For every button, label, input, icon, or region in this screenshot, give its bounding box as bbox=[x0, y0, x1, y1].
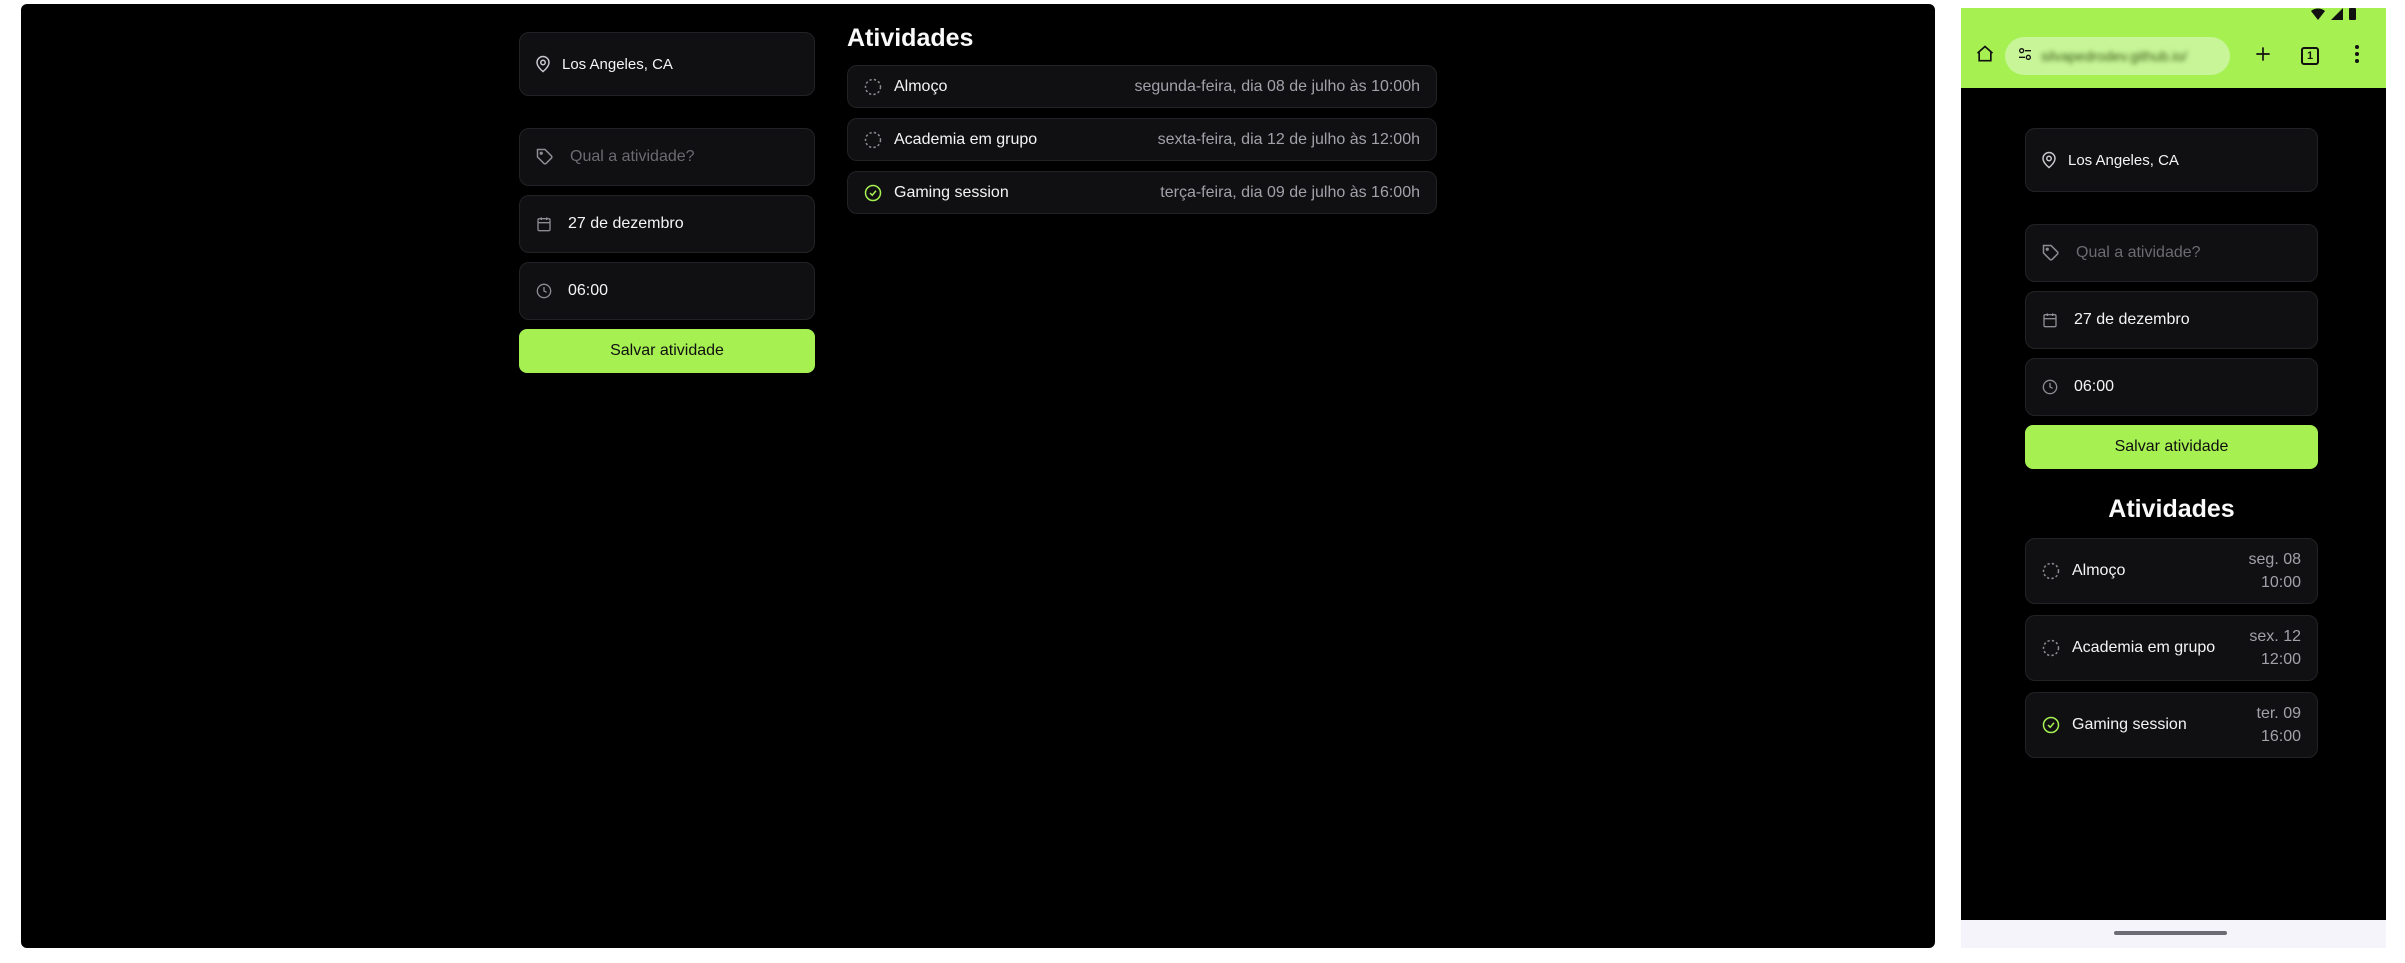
activity-input[interactable]: Qual a atividade? bbox=[2025, 224, 2318, 282]
location-label: Los Angeles, CA bbox=[562, 55, 673, 73]
calendar-icon bbox=[2042, 312, 2058, 328]
browser-toolbar: silvapedrodev.github.io/ 1 bbox=[1961, 24, 2386, 88]
calendar-icon bbox=[536, 216, 552, 232]
activity-name: Academia em grupo bbox=[894, 130, 1038, 148]
more-vertical-icon bbox=[2354, 44, 2360, 69]
activity-item[interactable]: Almoço segunda-feira, dia 08 de julho às… bbox=[847, 65, 1437, 108]
activity-item[interactable]: Gaming session ter. 09 16:00 bbox=[2025, 692, 2318, 758]
activity-time: 10:00 bbox=[2260, 574, 2301, 591]
save-activity-button[interactable]: Salvar atividade bbox=[2025, 425, 2318, 469]
activity-name: Almoço bbox=[2072, 562, 2126, 579]
location-label: Los Angeles, CA bbox=[2068, 151, 2179, 169]
date-input[interactable]: 27 de dezembro bbox=[519, 195, 815, 253]
url-text: silvapedrodev.github.io/ bbox=[2041, 48, 2188, 64]
url-bar[interactable]: silvapedrodev.github.io/ bbox=[2005, 37, 2230, 75]
time-value: 06:00 bbox=[568, 282, 609, 299]
tab-switcher-button[interactable]: 1 bbox=[2294, 40, 2326, 72]
date-value: 27 de dezembro bbox=[568, 215, 684, 232]
time-value: 06:00 bbox=[2074, 378, 2115, 395]
check-circle-icon[interactable] bbox=[2042, 716, 2060, 734]
signal-icon bbox=[2331, 8, 2343, 25]
date-value: 27 de dezembro bbox=[2074, 311, 2190, 328]
check-circle-icon[interactable] bbox=[864, 184, 882, 202]
tag-icon bbox=[2042, 244, 2060, 262]
time-input[interactable]: 06:00 bbox=[519, 262, 815, 320]
activity-placeholder: Qual a atividade? bbox=[570, 148, 695, 165]
activities-column: Atividades Almoço segunda-feira, dia 08 … bbox=[847, 24, 1437, 224]
activity-time: 16:00 bbox=[2260, 728, 2301, 745]
map-pin-icon bbox=[2040, 151, 2058, 169]
pending-circle-icon[interactable] bbox=[2042, 562, 2060, 580]
activity-day: seg. 08 bbox=[2248, 551, 2301, 568]
mobile-view: silvapedrodev.github.io/ 1 Los Angeles, … bbox=[1961, 8, 2386, 948]
activity-item[interactable]: Academia em grupo sex. 12 12:00 bbox=[2025, 615, 2318, 681]
activity-name: Gaming session bbox=[2072, 716, 2187, 733]
tab-count: 1 bbox=[2301, 47, 2319, 65]
new-tab-button[interactable] bbox=[2247, 40, 2279, 72]
desktop-view: Los Angeles, CA Qual a atividade? 27 de … bbox=[21, 4, 1935, 948]
location-card: Los Angeles, CA bbox=[2025, 128, 2318, 192]
activity-item[interactable]: Almoço seg. 08 10:00 bbox=[2025, 538, 2318, 604]
pending-circle-icon[interactable] bbox=[2042, 639, 2060, 657]
activity-name: Almoço bbox=[894, 77, 948, 95]
save-activity-button[interactable]: Salvar atividade bbox=[519, 329, 815, 373]
activity-time: 12:00 bbox=[2260, 651, 2301, 668]
location-card: Los Angeles, CA bbox=[519, 32, 815, 96]
pending-circle-icon[interactable] bbox=[864, 78, 882, 96]
status-bar bbox=[1961, 8, 2386, 24]
activity-item[interactable]: Gaming session terça-feira, dia 09 de ju… bbox=[847, 171, 1437, 214]
gesture-handle[interactable] bbox=[2114, 931, 2227, 935]
activity-input[interactable]: Qual a atividade? bbox=[519, 128, 815, 186]
plus-icon bbox=[2253, 44, 2273, 69]
system-nav-bar bbox=[1961, 920, 2386, 948]
clock-icon bbox=[536, 283, 552, 299]
home-button[interactable] bbox=[1969, 40, 2001, 72]
map-pin-icon bbox=[534, 55, 552, 73]
activity-day: ter. 09 bbox=[2256, 705, 2301, 722]
activity-date: segunda-feira, dia 08 de julho às 10:00h bbox=[1134, 77, 1420, 95]
menu-button[interactable] bbox=[2341, 40, 2373, 72]
activity-date: sex. 12 12:00 bbox=[2249, 625, 2301, 671]
site-settings-icon[interactable] bbox=[2017, 46, 2033, 67]
activity-name: Gaming session bbox=[894, 183, 1009, 201]
activity-name: Academia em grupo bbox=[2072, 639, 2216, 656]
activity-date: terça-feira, dia 09 de julho às 16:00h bbox=[1160, 183, 1420, 201]
home-icon bbox=[1975, 44, 1995, 69]
activities-title: Atividades bbox=[847, 24, 974, 52]
tag-icon bbox=[536, 148, 554, 166]
activity-form-column: Los Angeles, CA Qual a atividade? 27 de … bbox=[519, 32, 815, 373]
wifi-icon bbox=[2311, 8, 2325, 25]
activity-placeholder: Qual a atividade? bbox=[2076, 244, 2201, 261]
clock-icon bbox=[2042, 379, 2058, 395]
battery-icon bbox=[2349, 8, 2356, 25]
activity-day: sex. 12 bbox=[2249, 628, 2301, 645]
activity-date: ter. 09 16:00 bbox=[2257, 702, 2301, 748]
activity-date: seg. 08 10:00 bbox=[2249, 548, 2301, 594]
activities-title: Atividades bbox=[2108, 495, 2235, 523]
date-input[interactable]: 27 de dezembro bbox=[2025, 291, 2318, 349]
pending-circle-icon[interactable] bbox=[864, 131, 882, 149]
activity-item[interactable]: Academia em grupo sexta-feira, dia 12 de… bbox=[847, 118, 1437, 161]
mobile-content: Los Angeles, CA Qual a atividade? 27 de … bbox=[2025, 128, 2318, 769]
activity-date: sexta-feira, dia 12 de julho às 12:00h bbox=[1157, 130, 1420, 148]
time-input[interactable]: 06:00 bbox=[2025, 358, 2318, 416]
